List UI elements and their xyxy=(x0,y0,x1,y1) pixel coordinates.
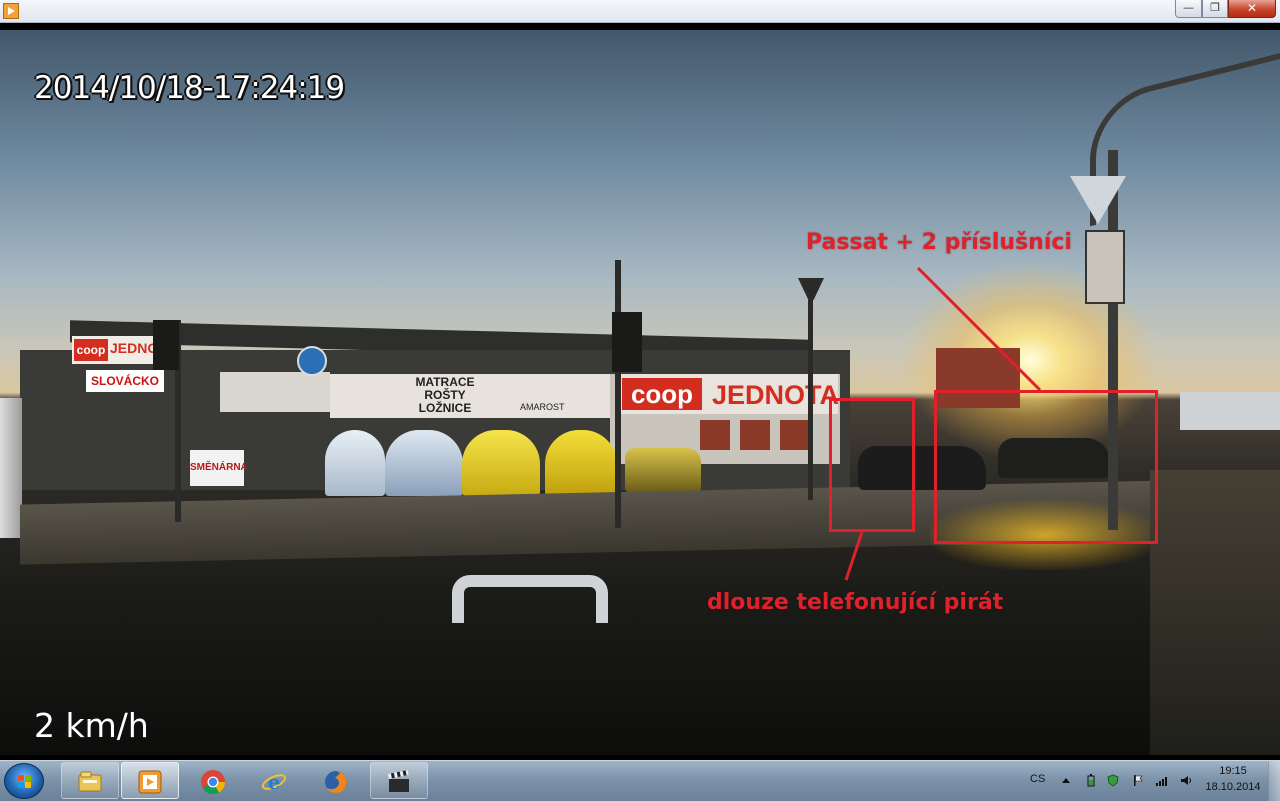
taskbar-chrome-button[interactable] xyxy=(184,762,242,799)
show-hidden-icons-icon[interactable] xyxy=(1060,774,1072,787)
windows-explorer-icon xyxy=(78,771,102,792)
taskbar-internet-explorer-button[interactable]: e xyxy=(245,762,303,799)
passat-pointer-line xyxy=(916,266,1042,392)
passat-highlight-box xyxy=(934,390,1158,544)
pirate-annotation-label: dlouze telefonující pirát xyxy=(707,590,1004,615)
volume-icon[interactable] xyxy=(1180,774,1192,787)
passat-annotation-label: Passat + 2 příslušníci xyxy=(806,230,1072,255)
language-indicator[interactable]: CS xyxy=(1030,773,1045,785)
taskbar-explorer-button[interactable] xyxy=(61,762,119,799)
maximize-button[interactable]: ❐ xyxy=(1202,0,1228,18)
clock-time[interactable]: 19:15 xyxy=(1208,765,1258,777)
video-frame[interactable]: MATRACE ROŠTY LOŽNICE AMAROST coop JEDNO… xyxy=(0,30,1280,755)
battery-icon[interactable] xyxy=(1085,774,1097,787)
pirate-pointer-line xyxy=(844,531,864,581)
video-clapper-icon xyxy=(387,769,409,792)
windows-logo-icon xyxy=(18,775,32,789)
firefox-icon xyxy=(325,771,347,793)
taskbar-media-player-button[interactable] xyxy=(121,762,179,799)
pirate-highlight-box xyxy=(829,398,915,532)
minimize-button[interactable]: — xyxy=(1175,0,1202,18)
action-center-flag-icon[interactable] xyxy=(1132,774,1144,787)
taskbar-firefox-button[interactable] xyxy=(307,762,365,799)
clock-date[interactable]: 18.10.2014 xyxy=(1200,781,1266,793)
show-desktop-button[interactable] xyxy=(1268,761,1280,801)
svg-text:e: e xyxy=(268,770,281,794)
taskbar-video-editor-button[interactable] xyxy=(370,762,428,799)
chrome-icon xyxy=(201,770,225,795)
taskbar: e CS 19:15 18.10.2014 xyxy=(0,760,1280,801)
window-title-bar[interactable]: — ❐ ✕ xyxy=(0,0,1280,23)
security-shield-icon[interactable] xyxy=(1107,774,1119,787)
media-player-icon xyxy=(138,770,162,794)
signal-strength-icon[interactable] xyxy=(1155,774,1167,787)
media-player-app-icon[interactable] xyxy=(3,3,19,19)
close-button[interactable]: ✕ xyxy=(1228,0,1276,18)
start-button[interactable] xyxy=(4,763,44,799)
internet-explorer-icon: e xyxy=(261,770,287,794)
